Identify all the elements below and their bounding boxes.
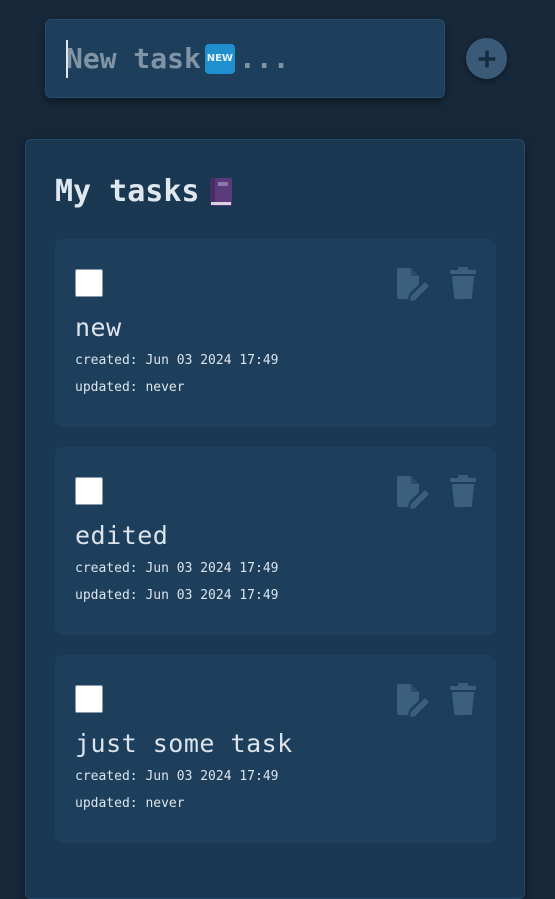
task-card: edited created: Jun 03 2024 17:49 update… <box>55 447 496 635</box>
task-title: just some task <box>75 729 293 758</box>
panel-title-text: My tasks <box>55 174 200 209</box>
placeholder-prefix: New task <box>66 42 201 75</box>
edit-document-icon[interactable] <box>395 475 431 509</box>
trash-icon[interactable] <box>449 267 477 299</box>
new-task-placeholder: New task NEW ... <box>66 42 289 75</box>
task-complete-checkbox[interactable] <box>75 685 103 713</box>
edit-document-icon[interactable] <box>395 683 431 717</box>
text-caret <box>66 40 68 78</box>
tasks-panel: My tasks new created: Jun 03 2024 17:49 … <box>25 139 525 899</box>
trash-icon[interactable] <box>449 475 477 507</box>
trash-icon[interactable] <box>449 683 477 715</box>
task-created: created: Jun 03 2024 17:49 <box>75 769 279 784</box>
task-card: new created: Jun 03 2024 17:49 updated: … <box>55 239 496 427</box>
task-title: new <box>75 313 122 342</box>
add-task-button[interactable] <box>466 38 507 79</box>
task-created: created: Jun 03 2024 17:49 <box>75 353 279 368</box>
task-created: created: Jun 03 2024 17:49 <box>75 561 279 576</box>
edit-document-icon[interactable] <box>395 267 431 301</box>
plus-icon <box>478 50 495 67</box>
placeholder-suffix: ... <box>238 42 290 75</box>
task-complete-checkbox[interactable] <box>75 269 103 297</box>
task-card: just some task created: Jun 03 2024 17:4… <box>55 655 496 843</box>
task-title: edited <box>75 521 169 550</box>
panel-title: My tasks <box>55 174 234 209</box>
task-updated: updated: Jun 03 2024 17:49 <box>75 588 279 603</box>
book-icon <box>209 177 232 206</box>
task-updated: updated: never <box>75 380 185 395</box>
new-badge-icon: NEW <box>204 43 235 74</box>
task-complete-checkbox[interactable] <box>75 477 103 505</box>
task-updated: updated: never <box>75 796 185 811</box>
new-task-input[interactable]: New task NEW ... <box>45 19 445 98</box>
